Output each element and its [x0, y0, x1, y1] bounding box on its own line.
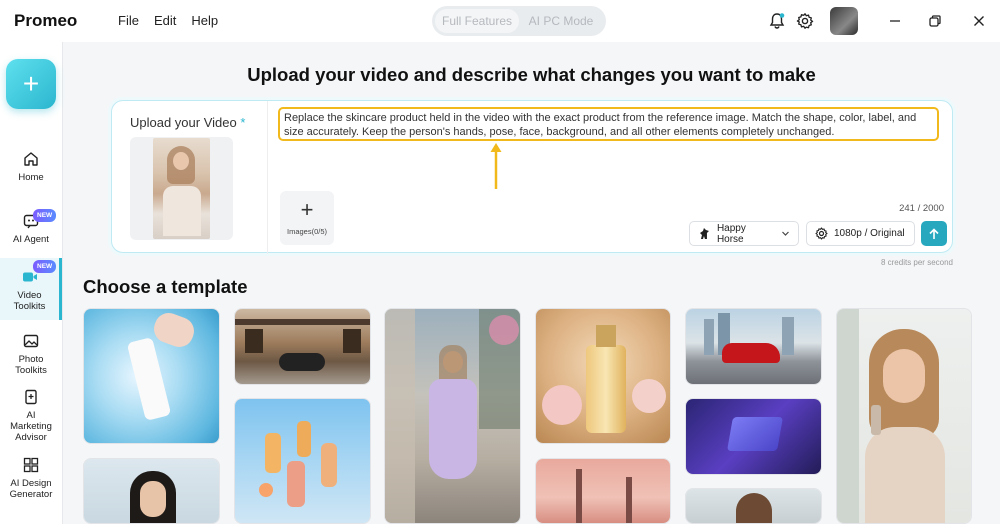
card-divider: [267, 101, 268, 254]
template-card[interactable]: [535, 458, 671, 524]
sidebar-item-ai-agent[interactable]: NEW AI Agent: [0, 209, 62, 245]
template-card[interactable]: [234, 308, 371, 385]
settings-gear-icon: [815, 227, 828, 240]
mode-ai-pc[interactable]: AI PC Mode: [519, 9, 603, 33]
upload-video-label: Upload your Video *: [130, 115, 245, 130]
sidebar-item-ai-design-generator[interactable]: AI Design Generator: [0, 456, 62, 500]
photo-icon: [23, 334, 39, 348]
mode-full-features[interactable]: Full Features: [435, 9, 519, 33]
menu-file[interactable]: File: [118, 13, 139, 28]
template-card[interactable]: [836, 308, 972, 524]
plus-icon: +: [300, 197, 314, 222]
sidebar-item-video-toolkits[interactable]: NEW Video Toolkits: [0, 258, 62, 320]
templates-section-title: Choose a template: [83, 276, 248, 297]
marketing-icon: [25, 389, 37, 405]
sidebar: + Home NEW AI Agent NEW Video Toolkits P…: [0, 42, 63, 524]
template-card[interactable]: [535, 308, 671, 444]
template-card[interactable]: [685, 398, 822, 475]
sidebar-item-ai-marketing-advisor[interactable]: AI Marketing Advisor: [0, 388, 62, 443]
mode-switch: Full Features AI PC Mode: [432, 6, 606, 36]
add-reference-image-button[interactable]: + Images(0/5): [280, 191, 334, 245]
template-card[interactable]: [83, 458, 220, 524]
settings-gear-icon[interactable]: [794, 10, 816, 32]
sidebar-item-label: Home: [18, 172, 44, 183]
sidebar-item-label: Video Toolkits: [13, 290, 46, 312]
template-card[interactable]: [234, 398, 371, 524]
chevron-down-icon: [782, 231, 789, 236]
menu-edit[interactable]: Edit: [154, 13, 176, 28]
annotation-arrow-icon: [490, 143, 502, 189]
sidebar-item-label: AI Agent: [13, 234, 49, 245]
arrow-up-icon: [929, 227, 939, 239]
minimize-icon[interactable]: [884, 10, 906, 32]
restore-icon[interactable]: [924, 10, 946, 32]
close-icon[interactable]: [968, 10, 990, 32]
title-bar: Promeo File Edit Help Full Features AI P…: [0, 0, 1000, 42]
template-card[interactable]: [83, 308, 220, 444]
images-count-label: Images(0/5): [286, 227, 328, 236]
required-mark: *: [240, 115, 246, 130]
uploaded-video-thumbnail[interactable]: [130, 137, 233, 240]
design-icon: [23, 457, 39, 473]
new-badge: NEW: [33, 260, 57, 273]
page-title: Upload your video and describe what chan…: [247, 64, 816, 85]
submit-button[interactable]: [921, 221, 947, 246]
user-avatar[interactable]: [830, 7, 858, 35]
menu-help[interactable]: Help: [191, 13, 218, 28]
create-new-button[interactable]: +: [6, 59, 56, 109]
video-preview-image: [153, 138, 210, 239]
template-card[interactable]: [384, 308, 521, 524]
horse-icon: [699, 228, 709, 239]
model-select[interactable]: Happy Horse: [689, 221, 799, 246]
menu-bar: File Edit Help: [118, 13, 218, 28]
upload-video-label-text: Upload your Video: [130, 115, 237, 130]
new-badge: NEW: [33, 209, 57, 222]
sidebar-item-home[interactable]: Home: [0, 150, 62, 183]
sidebar-item-label: AI Design Generator: [9, 478, 53, 500]
prompt-textarea[interactable]: Replace the skincare product held in the…: [278, 107, 939, 141]
quality-select[interactable]: 1080p / Original: [806, 221, 915, 246]
notification-bell-icon[interactable]: [766, 10, 788, 32]
character-counter: 241 / 2000: [899, 203, 944, 214]
credits-note: 8 credits per second: [880, 258, 953, 267]
prompt-card: Upload your Video * Replace the skincare…: [111, 100, 953, 254]
template-card[interactable]: [685, 308, 822, 385]
app-logo: Promeo: [14, 11, 78, 30]
template-card[interactable]: [685, 488, 822, 524]
sidebar-item-label: Photo Toolkits: [15, 354, 47, 376]
home-icon: [24, 152, 38, 166]
main-content: Upload your video and describe what chan…: [63, 42, 1000, 524]
model-select-value: Happy Horse: [716, 222, 746, 245]
sidebar-item-photo-toolkits[interactable]: Photo Toolkits: [0, 332, 62, 376]
sidebar-item-label: AI Marketing Advisor: [10, 410, 52, 443]
quality-select-value: 1080p / Original: [834, 228, 905, 239]
